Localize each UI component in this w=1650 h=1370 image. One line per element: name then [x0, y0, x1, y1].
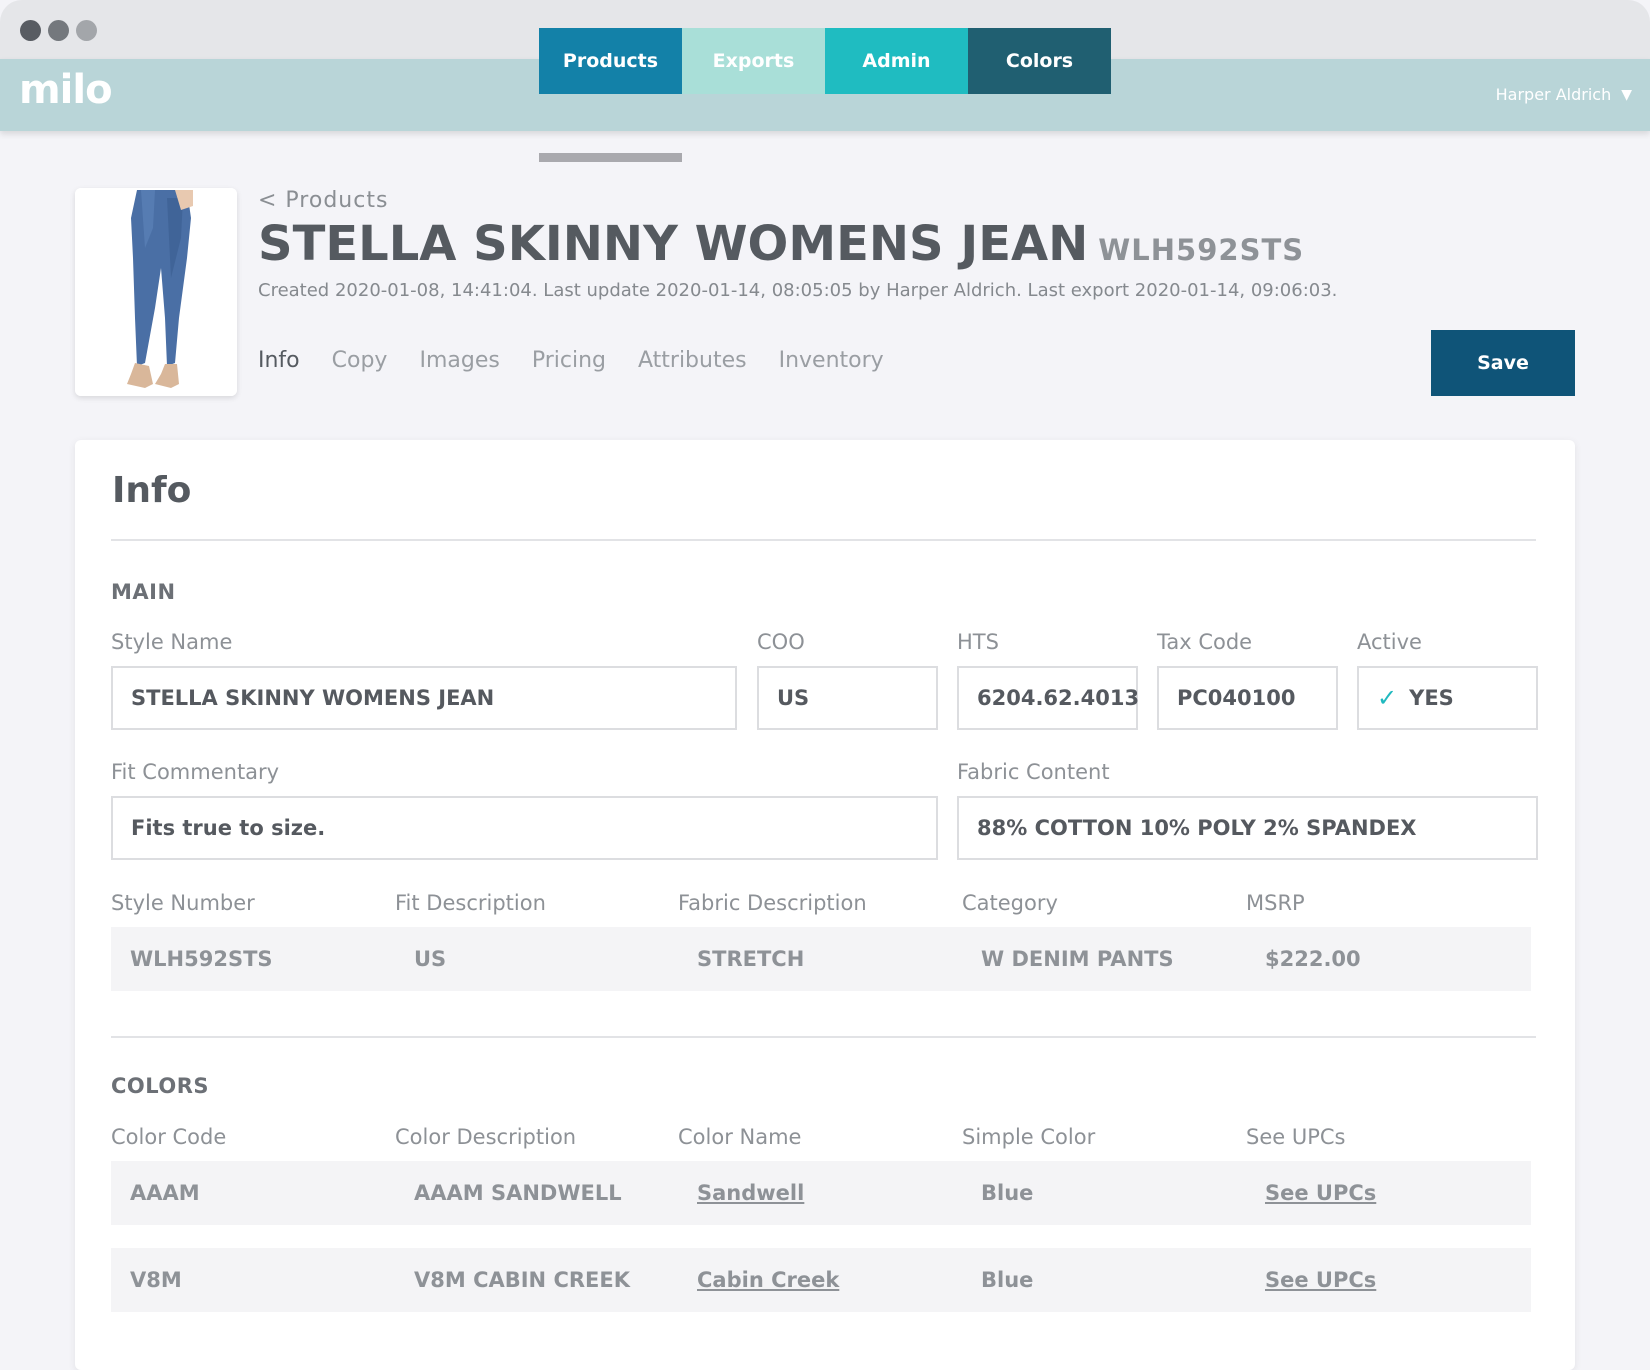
- user-menu[interactable]: Harper Aldrich ▼: [1496, 85, 1632, 104]
- style-number-header: Style Number: [111, 891, 255, 915]
- active-tab-indicator: [539, 153, 682, 162]
- user-name: Harper Aldrich: [1495, 85, 1612, 104]
- coo-label: COO: [757, 630, 805, 654]
- page-title: STELLA SKINNY WOMENS JEAN WLH592STS: [258, 216, 1304, 272]
- product-code: WLH592STS: [1098, 233, 1305, 267]
- color-name-link[interactable]: Cabin Creek: [697, 1268, 839, 1292]
- product-image[interactable]: [75, 188, 237, 396]
- caret-down-icon: ▼: [1621, 86, 1632, 103]
- section-label-main: MAIN: [111, 580, 176, 604]
- product-title: STELLA SKINNY WOMENS JEAN: [258, 216, 1089, 272]
- fabric-description-header: Fabric Description: [678, 891, 867, 915]
- fabric-description-value: STRETCH: [697, 947, 805, 971]
- nav-tab-colors[interactable]: Colors: [968, 28, 1111, 94]
- color-description-cell: AAAM SANDWELL: [414, 1181, 622, 1205]
- checkmark-icon: ✓: [1377, 684, 1398, 712]
- readonly-row: WLH592STS US STRETCH W DENIM PANTS $222.…: [111, 927, 1531, 991]
- divider: [111, 539, 1536, 541]
- style-name-field[interactable]: STELLA SKINNY WOMENS JEAN: [111, 666, 737, 730]
- color-name-header: Color Name: [678, 1125, 802, 1149]
- product-subtabs: Info Copy Images Pricing Attributes Inve…: [258, 348, 884, 373]
- active-label: Active: [1357, 630, 1422, 654]
- product-meta: Created 2020-01-08, 14:41:04. Last updat…: [258, 280, 1338, 301]
- fit-commentary-label: Fit Commentary: [111, 760, 280, 784]
- simple-color-cell: Blue: [981, 1268, 1034, 1292]
- nav-tab-products[interactable]: Products: [539, 28, 682, 94]
- msrp-header: MSRP: [1246, 891, 1305, 915]
- fabric-content-field[interactable]: 88% COTTON 10% POLY 2% SPANDEX: [957, 796, 1538, 860]
- minimize-window-icon[interactable]: [48, 20, 69, 41]
- color-code-cell: V8M: [130, 1268, 182, 1292]
- color-code-cell: AAAM: [130, 1181, 200, 1205]
- style-number-value: WLH592STS: [130, 947, 273, 971]
- color-code-header: Color Code: [111, 1125, 227, 1149]
- simple-color-cell: Blue: [981, 1181, 1034, 1205]
- table-row: AAAM AAAM SANDWELL Sandwell Blue See UPC…: [111, 1161, 1531, 1225]
- see-upcs-link[interactable]: See UPCs: [1265, 1181, 1376, 1205]
- jeans-illustration: [75, 188, 237, 396]
- style-name-label: Style Name: [111, 630, 233, 654]
- subtab-copy[interactable]: Copy: [332, 348, 388, 373]
- nav-tab-admin[interactable]: Admin: [825, 28, 968, 94]
- fit-commentary-field[interactable]: Fits true to size.: [111, 796, 938, 860]
- fabric-content-label: Fabric Content: [957, 760, 1110, 784]
- msrp-value: $222.00: [1265, 947, 1361, 971]
- info-card-title: Info: [112, 470, 192, 511]
- color-name-link[interactable]: Sandwell: [697, 1181, 804, 1205]
- subtab-images[interactable]: Images: [419, 348, 499, 373]
- info-card: Info MAIN Style Name COO HTS Tax Code Ac…: [75, 440, 1575, 1370]
- see-upcs-header: See UPCs: [1246, 1125, 1346, 1149]
- divider: [111, 1036, 1536, 1038]
- breadcrumb[interactable]: < Products: [258, 188, 388, 213]
- category-header: Category: [962, 891, 1058, 915]
- coo-field[interactable]: US: [757, 666, 938, 730]
- subtab-inventory[interactable]: Inventory: [779, 348, 884, 373]
- tax-code-field[interactable]: PC040100: [1157, 666, 1338, 730]
- see-upcs-link[interactable]: See UPCs: [1265, 1268, 1376, 1292]
- active-value: YES: [1409, 686, 1454, 710]
- nav-tab-exports[interactable]: Exports: [682, 28, 825, 94]
- fit-description-header: Fit Description: [395, 891, 546, 915]
- milo-logo[interactable]: milo: [19, 67, 113, 113]
- active-toggle[interactable]: ✓ YES: [1357, 666, 1538, 730]
- maximize-window-icon[interactable]: [76, 20, 97, 41]
- table-row: V8M V8M CABIN CREEK Cabin Creek Blue See…: [111, 1248, 1531, 1312]
- color-description-cell: V8M CABIN CREEK: [414, 1268, 630, 1292]
- color-description-header: Color Description: [395, 1125, 577, 1149]
- close-window-icon[interactable]: [20, 20, 41, 41]
- category-value: W DENIM PANTS: [981, 947, 1174, 971]
- section-label-colors: COLORS: [111, 1074, 210, 1098]
- fit-description-value: US: [414, 947, 447, 971]
- hts-field[interactable]: 6204.62.4013: [957, 666, 1139, 730]
- simple-color-header: Simple Color: [962, 1125, 1096, 1149]
- tax-code-label: Tax Code: [1157, 630, 1253, 654]
- subtab-attributes[interactable]: Attributes: [638, 348, 747, 373]
- hts-label: HTS: [957, 630, 999, 654]
- subtab-pricing[interactable]: Pricing: [532, 348, 606, 373]
- save-button[interactable]: Save: [1431, 330, 1575, 396]
- subtab-info[interactable]: Info: [258, 348, 300, 373]
